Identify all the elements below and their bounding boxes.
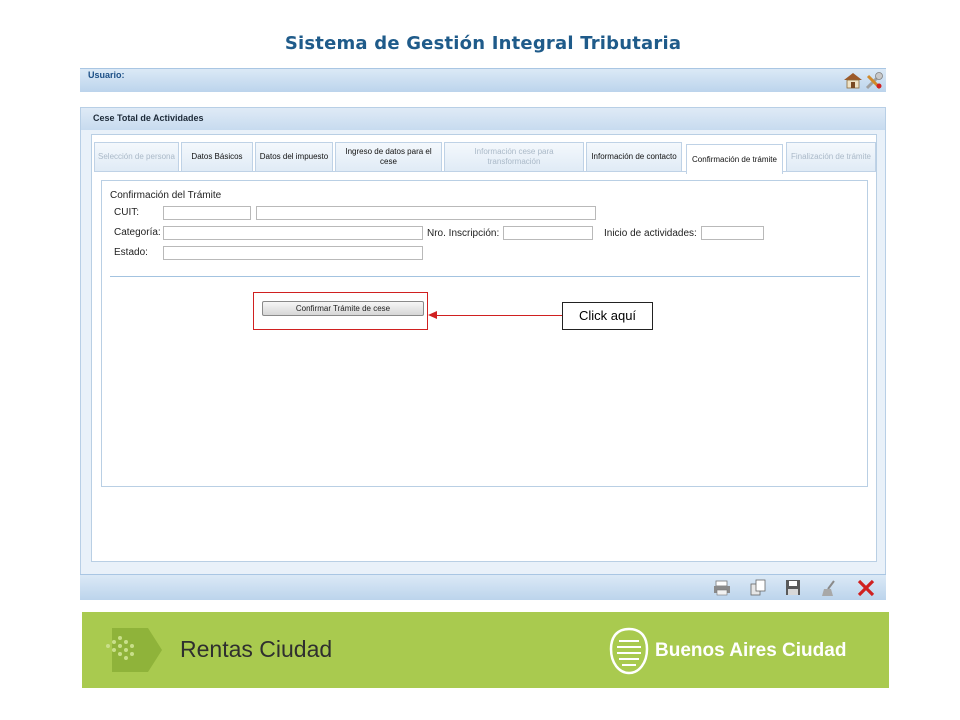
- footer-banner: Rentas Ciudad Buenos Aires Ciudad: [82, 612, 889, 688]
- inicio-actividades-field[interactable]: [701, 226, 764, 240]
- clean-icon[interactable]: [819, 579, 839, 597]
- main-panel: Cese Total de Actividades Selección de p…: [80, 107, 886, 599]
- save-icon[interactable]: [783, 579, 803, 597]
- nro-inscripcion-label: Nro. Inscripción:: [427, 228, 500, 239]
- tab-ingreso-datos-cese[interactable]: Ingreso de datos para el cese: [335, 142, 442, 171]
- nro-inscripcion-field[interactable]: [503, 226, 593, 240]
- click-here-callout: Click aquí: [562, 302, 653, 330]
- tab-datos-basicos[interactable]: Datos Básicos: [181, 142, 253, 171]
- tab-informacion-contacto[interactable]: Información de contacto: [586, 142, 682, 171]
- tab-seleccion-persona: Selección de persona: [94, 142, 179, 171]
- arrow-line: [437, 315, 562, 316]
- cuit-field[interactable]: [163, 206, 251, 220]
- estado-label: Estado:: [114, 247, 148, 258]
- panel-header: Cese Total de Actividades: [81, 108, 885, 130]
- categoria-label: Categoría:: [114, 227, 161, 238]
- cuit-name-field[interactable]: [256, 206, 596, 220]
- confirmation-form: Confirmación del Trámite CUIT: Categoría…: [101, 180, 868, 487]
- user-bar: Usuario:: [80, 68, 886, 92]
- print-icon[interactable]: [712, 579, 732, 597]
- tab-label: Confirmación de trámite: [692, 154, 777, 164]
- tab-informacion-transformacion: Información cese para transformación: [444, 142, 584, 171]
- copy-icon[interactable]: [748, 579, 768, 597]
- home-icon[interactable]: [842, 71, 864, 89]
- user-label: Usuario:: [88, 70, 125, 80]
- tab-finalizacion-tramite: Finalización de trámite: [786, 142, 876, 171]
- inicio-actividades-label: Inicio de actividades:: [604, 228, 697, 239]
- tab-label: Información de contacto: [591, 152, 677, 161]
- tab-label: Información cese para transformación: [474, 147, 554, 166]
- tab-label: Datos del impuesto: [259, 152, 329, 161]
- highlight-box: [253, 292, 428, 330]
- tools-icon[interactable]: [864, 71, 884, 91]
- categoria-field[interactable]: [163, 226, 423, 240]
- app-title: Sistema de Gestión Integral Tributaria: [284, 33, 682, 54]
- estado-field[interactable]: [163, 246, 423, 260]
- tab-label: Ingreso de datos para el cese: [345, 147, 432, 166]
- arrow-head: [428, 311, 437, 319]
- tab-label: Selección de persona: [98, 152, 175, 161]
- tab-label: Datos Básicos: [191, 152, 243, 161]
- form-separator: [110, 276, 860, 277]
- buenos-aires-seal-icon: [608, 627, 650, 680]
- content-area: Selección de persona Datos Básicos Datos…: [91, 134, 877, 562]
- buenos-aires-ciudad-brand: Buenos Aires Ciudad: [655, 640, 847, 661]
- cuit-label: CUIT:: [114, 207, 139, 218]
- form-title: Confirmación del Trámite: [110, 190, 222, 201]
- close-icon[interactable]: [856, 579, 876, 597]
- rentas-logo-icon: [98, 624, 162, 681]
- rentas-ciudad-brand: Rentas Ciudad: [180, 636, 333, 662]
- tab-datos-impuesto[interactable]: Datos del impuesto: [255, 142, 333, 171]
- panel-title: Cese Total de Actividades: [93, 113, 204, 123]
- bottom-toolbar: [80, 574, 886, 600]
- tab-label: Finalización de trámite: [790, 152, 872, 161]
- tab-confirmacion-tramite[interactable]: Confirmación de trámite: [686, 144, 783, 174]
